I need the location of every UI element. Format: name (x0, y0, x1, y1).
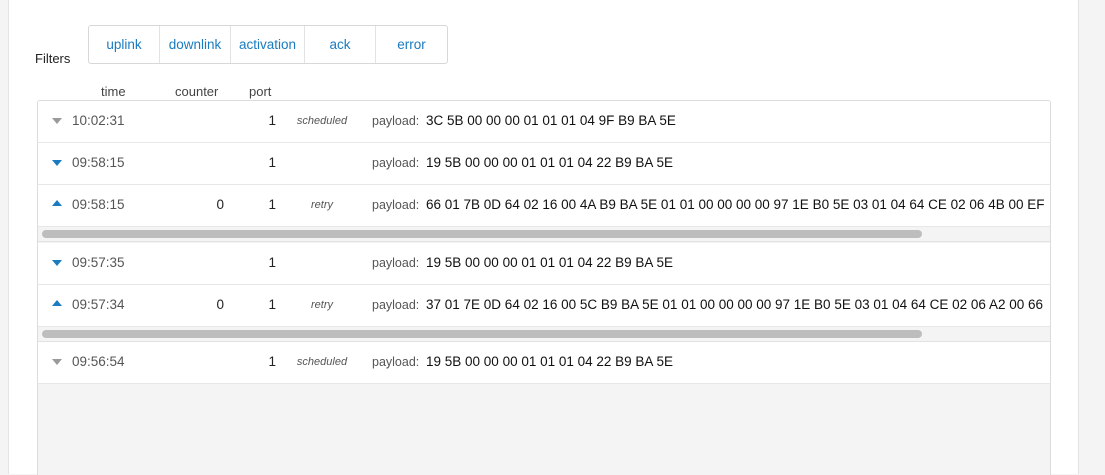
filter-uplink-button[interactable]: uplink (89, 26, 160, 63)
filter-ack-button[interactable]: ack (305, 26, 376, 63)
expand-caret-icon[interactable] (52, 260, 62, 266)
row-tag: retry (311, 199, 333, 211)
row-port: 1 (268, 354, 276, 369)
scrollbar-thumb[interactable] (42, 330, 922, 338)
row-time: 09:58:15 (72, 197, 125, 212)
row-payload: 19 5B 00 00 00 01 01 01 04 22 B9 BA 5E (426, 354, 673, 369)
row-payload: 19 5B 00 00 00 01 01 01 04 22 B9 BA 5E (426, 155, 673, 170)
row-port: 1 (268, 113, 276, 128)
row-time: 09:57:34 (72, 297, 125, 312)
row-port: 1 (268, 297, 276, 312)
message-row[interactable]: 09:57:35 1 payload: 19 5B 00 00 00 01 01… (38, 243, 1050, 285)
column-header-time: time (101, 84, 126, 99)
expand-caret-icon[interactable] (52, 359, 62, 365)
message-row[interactable]: 09:56:54 1 scheduled payload: 19 5B 00 0… (38, 342, 1050, 384)
expand-caret-icon[interactable] (52, 160, 62, 166)
message-table: 10:02:31 1 scheduled payload: 3C 5B 00 0… (37, 100, 1051, 475)
filter-downlink-button[interactable]: downlink (160, 26, 231, 63)
filter-error-button[interactable]: error (376, 26, 447, 63)
row-payload: 66 01 7B 0D 64 02 16 00 4A B9 BA 5E 01 0… (426, 197, 1045, 212)
message-row[interactable]: 09:58:15 1 payload: 19 5B 00 00 00 01 01… (38, 143, 1050, 185)
row-time: 09:56:54 (72, 354, 125, 369)
message-row[interactable]: 09:58:15 0 1 retry payload: 66 01 7B 0D … (38, 185, 1050, 227)
row-port: 1 (268, 255, 276, 270)
column-header-port: port (249, 84, 272, 99)
row-counter: 0 (216, 197, 224, 212)
filter-activation-button[interactable]: activation (231, 26, 305, 63)
row-payload: 37 01 7E 0D 64 02 16 00 5C B9 BA 5E 01 0… (426, 297, 1043, 312)
row-time: 10:02:31 (72, 113, 125, 128)
collapse-caret-icon[interactable] (52, 300, 62, 306)
message-row[interactable]: 09:57:34 0 1 retry payload: 37 01 7E 0D … (38, 285, 1050, 327)
horizontal-scrollbar[interactable] (38, 227, 1050, 242)
message-row[interactable]: 10:02:31 1 scheduled payload: 3C 5B 00 0… (38, 101, 1050, 143)
collapse-caret-icon[interactable] (52, 200, 62, 206)
filters-label: Filters (35, 51, 71, 66)
row-tag: scheduled (296, 115, 348, 127)
row-counter: 0 (216, 297, 224, 312)
row-payload: 19 5B 00 00 00 01 01 01 04 22 B9 BA 5E (426, 255, 673, 270)
row-time: 09:58:15 (72, 155, 125, 170)
payload-label: payload: (372, 298, 420, 312)
filter-button-group: uplink downlink activation ack error (88, 25, 448, 64)
messages-panel: Filters uplink downlink activation ack e… (8, 0, 1079, 475)
row-tag: scheduled (296, 356, 348, 368)
expand-caret-icon[interactable] (52, 118, 62, 124)
payload-label: payload: (372, 156, 420, 170)
row-payload: 3C 5B 00 00 00 01 01 01 04 9F B9 BA 5E (426, 113, 676, 128)
payload-label: payload: (372, 355, 420, 369)
payload-label: payload: (372, 114, 420, 128)
horizontal-scrollbar[interactable] (38, 327, 1050, 342)
row-port: 1 (268, 155, 276, 170)
column-header-counter: counter (175, 84, 219, 99)
row-port: 1 (268, 197, 276, 212)
row-tag: retry (311, 299, 333, 311)
row-time: 09:57:35 (72, 255, 125, 270)
payload-label: payload: (372, 198, 420, 212)
payload-label: payload: (372, 256, 420, 270)
scrollbar-thumb[interactable] (42, 230, 922, 238)
